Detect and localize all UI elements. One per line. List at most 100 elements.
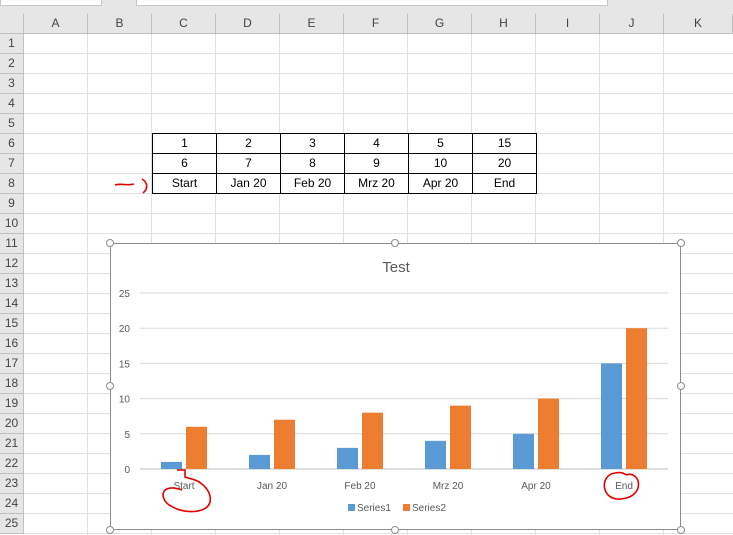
cell-h6[interactable]: 15 (472, 133, 537, 154)
resize-handle-bottom[interactable] (391, 526, 399, 534)
bar-series2-feb-20 (362, 412, 383, 469)
chart-title: Test (382, 259, 410, 276)
gridline-row (24, 73, 733, 74)
cell-c6[interactable]: 1 (152, 133, 217, 154)
bar-series1-feb-20 (337, 447, 358, 469)
legend-label-series2: Series2 (412, 503, 446, 514)
cell-d8[interactable]: Jan 20 (216, 173, 281, 194)
column-header-e[interactable]: E (280, 14, 344, 34)
row-header-14[interactable]: 14 (0, 294, 24, 314)
row-header-19[interactable]: 19 (0, 394, 24, 414)
row-header-16[interactable]: 16 (0, 334, 24, 354)
column-header-f[interactable]: F (344, 14, 408, 34)
gridline-row (24, 213, 733, 214)
legend-label-series1: Series1 (357, 503, 391, 514)
row-header-25[interactable]: 25 (0, 514, 24, 534)
y-tick-label: 25 (119, 289, 131, 300)
bar-series1-jan-20 (249, 454, 270, 469)
column-header-d[interactable]: D (216, 14, 280, 34)
name-box[interactable] (0, 0, 102, 6)
bar-series2-mrz-20 (450, 405, 471, 469)
bar-series2-start (186, 426, 207, 469)
x-tick-label: Jan 20 (257, 481, 287, 492)
cell-f8[interactable]: Mrz 20 (344, 173, 409, 194)
x-tick-label: End (615, 481, 633, 492)
resize-handle-right[interactable] (677, 382, 685, 390)
row-header-6[interactable]: 6 (0, 134, 24, 154)
row-header-22[interactable]: 22 (0, 454, 24, 474)
legend-swatch-series2 (403, 504, 410, 511)
cell-e7[interactable]: 8 (280, 153, 345, 174)
row-header-5[interactable]: 5 (0, 114, 24, 134)
y-tick-label: 5 (124, 430, 130, 441)
row-header-23[interactable]: 23 (0, 474, 24, 494)
row-8-red-arrow-annotation (114, 178, 148, 194)
row-header-13[interactable]: 13 (0, 274, 24, 294)
x-tick-label: Mrz 20 (433, 481, 464, 492)
cell-g8[interactable]: Apr 20 (408, 173, 473, 194)
row-header-2[interactable]: 2 (0, 54, 24, 74)
gridline-row (24, 113, 733, 114)
cell-h8[interactable]: End (472, 173, 537, 194)
cell-d6[interactable]: 2 (216, 133, 281, 154)
cell-g6[interactable]: 5 (408, 133, 473, 154)
row-header-8[interactable]: 8 (0, 174, 24, 194)
row-header-17[interactable]: 17 (0, 354, 24, 374)
column-header-i[interactable]: I (536, 14, 600, 34)
row-header-7[interactable]: 7 (0, 154, 24, 174)
row-header-10[interactable]: 10 (0, 214, 24, 234)
x-tick-label: Feb 20 (344, 481, 376, 492)
column-header-j[interactable]: J (600, 14, 664, 34)
column-header-b[interactable]: B (88, 14, 152, 34)
cell-f6[interactable]: 4 (344, 133, 409, 154)
cell-h7[interactable]: 20 (472, 153, 537, 174)
cell-e6[interactable]: 3 (280, 133, 345, 154)
bar-series2-jan-20 (274, 419, 295, 469)
gridline-row (24, 93, 733, 94)
legend-swatch-series1 (348, 504, 355, 511)
cell-c7[interactable]: 6 (152, 153, 217, 174)
bar-series2-end (626, 328, 647, 469)
row-header-20[interactable]: 20 (0, 414, 24, 434)
bar-series1-end (601, 363, 622, 469)
cell-f7[interactable]: 9 (344, 153, 409, 174)
formula-input[interactable] (136, 0, 608, 6)
row-header-15[interactable]: 15 (0, 314, 24, 334)
column-header-g[interactable]: G (408, 14, 472, 34)
resize-handle-top[interactable] (391, 239, 399, 247)
select-all-corner[interactable] (0, 14, 24, 34)
y-tick-label: 20 (119, 324, 131, 335)
column-header-c[interactable]: C (152, 14, 216, 34)
formula-bar-area (0, 0, 733, 14)
gridline-column (87, 34, 88, 535)
resize-handle-top-right[interactable] (677, 239, 685, 247)
resize-handle-left[interactable] (106, 382, 114, 390)
column-header-h[interactable]: H (472, 14, 536, 34)
bar-series1-apr-20 (513, 433, 534, 469)
y-tick-label: 10 (119, 395, 131, 406)
bar-chart: Test 0 5 10 15 20 25 Start Jan 20 Feb 20 Mrz 20 Apr… (119, 259, 668, 514)
row-header-1[interactable]: 1 (0, 34, 24, 54)
row-header-12[interactable]: 12 (0, 254, 24, 274)
column-header-k[interactable]: K (664, 14, 733, 34)
row-header-24[interactable]: 24 (0, 494, 24, 514)
bar-series1-mrz-20 (425, 440, 446, 469)
row-header-18[interactable]: 18 (0, 374, 24, 394)
cell-c8[interactable]: Start (152, 173, 217, 194)
chart-area[interactable]: Test 0 5 10 15 20 25 Start Jan 20 Feb 20 Mrz 20 Apr… (110, 243, 681, 530)
row-header-9[interactable]: 9 (0, 194, 24, 214)
column-header-a[interactable]: A (24, 14, 88, 34)
y-tick-label: 15 (119, 359, 131, 370)
resize-handle-bottom-left[interactable] (106, 526, 114, 534)
x-tick-label: Start (173, 481, 194, 492)
row-header-4[interactable]: 4 (0, 94, 24, 114)
cell-e8[interactable]: Feb 20 (280, 173, 345, 194)
bar-series1-start (161, 461, 182, 469)
cell-d7[interactable]: 7 (216, 153, 281, 174)
resize-handle-top-left[interactable] (106, 239, 114, 247)
row-header-11[interactable]: 11 (0, 234, 24, 254)
row-header-21[interactable]: 21 (0, 434, 24, 454)
row-header-3[interactable]: 3 (0, 74, 24, 94)
resize-handle-bottom-right[interactable] (677, 526, 685, 534)
cell-g7[interactable]: 10 (408, 153, 473, 174)
